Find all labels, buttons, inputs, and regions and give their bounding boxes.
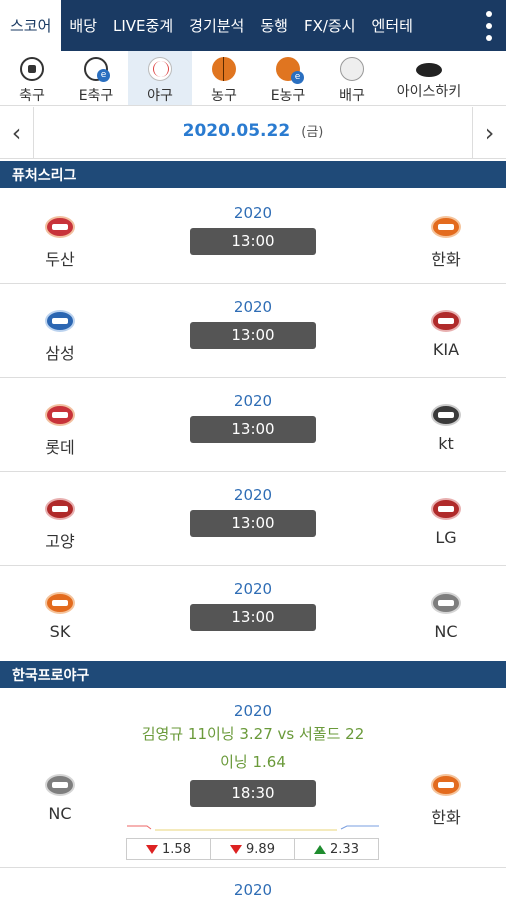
away-team: LG: [406, 498, 486, 547]
e-basketball-icon: e: [276, 57, 304, 84]
game-time: 13:00: [190, 228, 316, 255]
sport-label: 아이스하키: [396, 84, 462, 100]
tab-odds[interactable]: 배당: [61, 0, 105, 51]
odds-row: 1.58 9.89 2.33: [126, 838, 379, 860]
sport-label: E축구: [78, 88, 114, 104]
sport-label: 배구: [339, 88, 365, 104]
sport-label: 농구: [211, 88, 237, 104]
team-name: 한화: [431, 808, 461, 827]
away-team: KIA: [406, 310, 486, 359]
game-row[interactable]: 두산 2020 13:00 한화: [0, 188, 506, 284]
hockey-puck-icon: [416, 63, 442, 77]
season-label: 2020: [233, 881, 273, 899]
sport-baseball[interactable]: 야구: [128, 51, 192, 105]
team-logo-icon: [431, 216, 461, 238]
odds-draw[interactable]: 9.89: [210, 838, 295, 860]
odds-home[interactable]: 1.58: [126, 838, 211, 860]
team-logo-icon: [431, 498, 461, 520]
baseball-icon: [148, 57, 172, 81]
team-logo-icon: [431, 310, 461, 332]
away-team: 한화: [406, 774, 486, 828]
team-name: NC: [434, 622, 458, 641]
odds-down-icon: [146, 844, 159, 854]
sport-label: 축구: [19, 88, 45, 104]
odds-up-icon: [314, 844, 327, 854]
sport-soccer[interactable]: 축구: [0, 51, 64, 105]
sport-selector: 축구 e E축구 야구 농구 e E농구 배구 아이스하키: [0, 51, 506, 106]
odds-value: 2.33: [330, 841, 359, 857]
starting-pitchers-cont: 이닝 1.64: [220, 753, 286, 771]
tab-entertainment[interactable]: 엔터테: [364, 0, 421, 51]
date-value: 2020.05.22: [182, 121, 291, 141]
odds-trend-line-icon: [127, 825, 379, 831]
league-header: 한국프로야구: [0, 661, 506, 688]
team-logo-icon: [431, 774, 461, 796]
tab-fx[interactable]: FX/증시: [296, 0, 364, 51]
sport-label: E농구: [270, 88, 306, 104]
game-time: 13:00: [190, 416, 316, 443]
game-row[interactable]: NC 2020 김영규 11이닝 3.27 vs 서폴드 22 이닝 1.64 …: [0, 688, 506, 868]
sport-basketball[interactable]: 농구: [192, 51, 256, 105]
tab-score[interactable]: 스코어: [0, 0, 62, 51]
away-team: kt: [406, 404, 486, 453]
game-time: 13:00: [190, 510, 316, 537]
team-logo-icon: [431, 404, 461, 426]
sport-e-soccer[interactable]: e E축구: [64, 51, 128, 105]
game-row[interactable]: SK 2020 13:00 NC: [0, 566, 506, 661]
away-team: NC: [406, 592, 486, 641]
sport-e-basketball[interactable]: e E농구: [256, 51, 320, 105]
game-row[interactable]: 2020: [0, 869, 506, 900]
soccer-ball-icon: [20, 57, 44, 81]
game-center: 2020: [0, 881, 506, 899]
odds-away[interactable]: 2.33: [294, 838, 379, 860]
starting-pitchers: 김영규 11이닝 3.27 vs 서폴드 22: [141, 725, 365, 743]
game-row[interactable]: 롯데 2020 13:00 kt: [0, 378, 506, 472]
game-row[interactable]: 고양 2020 13:00 LG: [0, 472, 506, 566]
odds-down-icon: [230, 844, 243, 854]
season-label: 2020: [233, 702, 273, 720]
sport-label: 야구: [147, 88, 173, 104]
sport-volleyball[interactable]: 배구: [320, 51, 384, 105]
more-menu-icon[interactable]: [472, 0, 506, 51]
basketball-icon: [212, 57, 236, 81]
odds-value: 9.89: [246, 841, 275, 857]
game-row[interactable]: 삼성 2020 13:00 KIA: [0, 284, 506, 378]
game-time: 13:00: [190, 322, 316, 349]
game-time: 13:00: [190, 604, 316, 631]
weekday-value: (금): [301, 125, 324, 140]
league-header: 퓨처스리그: [0, 161, 506, 188]
team-name: KIA: [432, 340, 460, 359]
team-name: 한화: [431, 250, 461, 269]
team-name: kt: [438, 434, 454, 453]
e-soccer-icon: e: [84, 57, 110, 82]
team-logo-icon: [431, 592, 461, 614]
date-bar: ‹ 2020.05.22 (금) ›: [0, 107, 506, 159]
next-date-button[interactable]: ›: [472, 107, 506, 159]
tab-live[interactable]: LIVE중계: [105, 0, 181, 51]
tab-analysis[interactable]: 경기분석: [181, 0, 252, 51]
away-team: 한화: [406, 216, 486, 270]
odds-value: 1.58: [162, 841, 191, 857]
team-name: LG: [435, 528, 457, 547]
top-nav: 스코어 배당 LIVE중계 경기분석 동행 FX/증시 엔터테: [0, 0, 506, 51]
sport-hockey[interactable]: 아이스하키: [384, 51, 474, 105]
current-date[interactable]: 2020.05.22 (금): [0, 121, 506, 141]
game-time: 18:30: [190, 780, 316, 807]
volleyball-icon: [340, 57, 364, 81]
tab-companion[interactable]: 동행: [252, 0, 296, 51]
